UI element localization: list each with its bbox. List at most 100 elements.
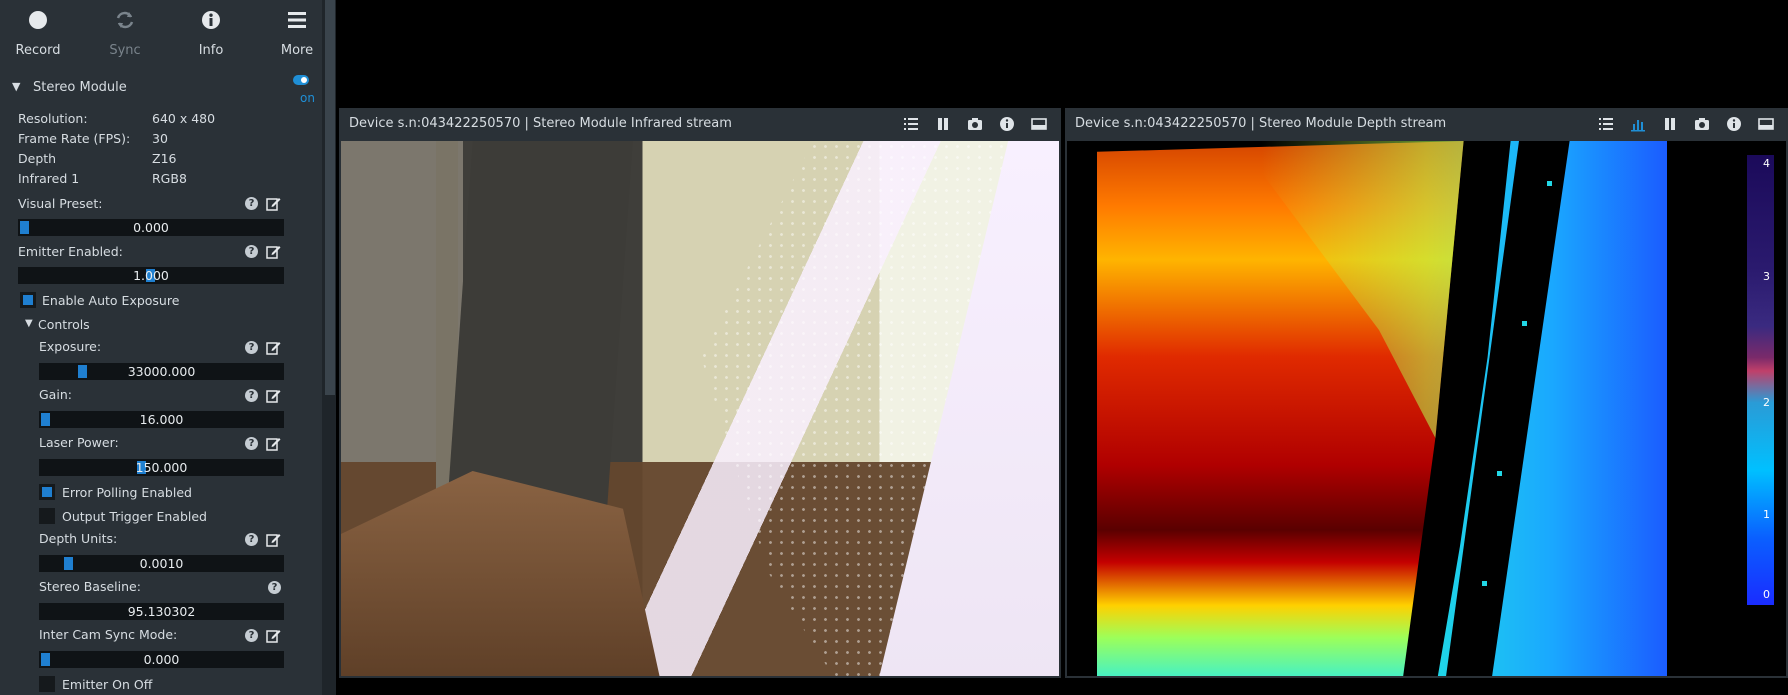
error-polling-checkbox[interactable] (39, 484, 55, 500)
infrared-format-label: Infrared 1 (18, 171, 80, 186)
depth-units-slider[interactable]: 0.0010 (39, 555, 284, 572)
minimize-window-icon[interactable] (1758, 116, 1774, 132)
depth-stream-title: Device s.n:043422250570 | Stereo Module … (1075, 116, 1447, 131)
device-toolbar: Record Sync Info More (0, 0, 322, 66)
colorbar-tick: 4 (1763, 157, 1770, 170)
resolution-value[interactable]: 640 x 480 (152, 111, 272, 126)
pause-icon[interactable] (1662, 116, 1678, 132)
help-icon[interactable]: ? (245, 389, 258, 402)
info-button[interactable]: Info (176, 0, 246, 66)
depth-stream-header: Device s.n:043422250570 | Stereo Module … (1065, 108, 1788, 140)
depth-colorbar: 4 3 2 1 0 (1747, 155, 1774, 605)
help-icon[interactable]: ? (268, 581, 281, 594)
visual-preset-value: 0.000 (133, 220, 169, 235)
controls-collapse-icon[interactable]: ▼ (25, 318, 33, 329)
depth-speckle (1547, 181, 1552, 186)
infrared-stream-panel: Device s.n:043422250570 | Stereo Module … (339, 108, 1077, 678)
auto-exposure-label: Enable Auto Exposure (42, 293, 180, 308)
module-toggle-switch[interactable] (293, 75, 309, 85)
depth-format-label: Depth (18, 151, 57, 166)
gain-slider[interactable]: 16.000 (39, 411, 284, 428)
inter-cam-sync-value: 0.000 (143, 652, 180, 667)
laser-power-slider[interactable]: 150.000 (39, 459, 284, 476)
stereo-module-header[interactable]: ▼ Stereo Module (0, 78, 322, 100)
collapse-triangle-icon[interactable]: ▼ (12, 80, 20, 93)
gain-value: 16.000 (139, 412, 184, 427)
controls-section-label[interactable]: Controls (38, 317, 90, 332)
help-icon[interactable]: ? (245, 197, 258, 210)
help-icon[interactable]: ? (245, 245, 258, 258)
histogram-icon[interactable] (1630, 116, 1646, 132)
help-icon[interactable]: ? (245, 437, 258, 450)
auto-exposure-checkbox[interactable] (20, 292, 36, 308)
emitter-on-off-checkbox[interactable] (39, 676, 55, 692)
depth-units-value: 0.0010 (139, 556, 184, 571)
sync-button[interactable]: Sync (90, 0, 160, 66)
depth-speckle (1482, 581, 1487, 586)
record-button[interactable]: Record (3, 0, 73, 66)
help-icon[interactable]: ? (245, 533, 258, 546)
stereo-baseline-field: 95.130302 (39, 603, 284, 620)
emitter-enabled-value: 1.000 (133, 268, 169, 283)
module-title: Stereo Module (33, 80, 127, 95)
colorbar-tick: 2 (1763, 396, 1770, 409)
infrared-stream-header: Device s.n:043422250570 | Stereo Module … (339, 108, 1077, 140)
visual-preset-label: Visual Preset: (18, 196, 103, 211)
depth-stream-view[interactable]: 4 3 2 1 0 (1067, 141, 1786, 676)
depth-format-value[interactable]: Z16 (152, 151, 272, 166)
sync-icon (116, 11, 134, 29)
emitter-enabled-label: Emitter Enabled: (18, 244, 123, 259)
colorbar-tick: 1 (1763, 508, 1770, 521)
colorbar-tick: 0 (1763, 588, 1770, 601)
gain-label: Gain: (39, 387, 72, 402)
metadata-list-icon[interactable] (903, 116, 919, 132)
camera-snapshot-icon[interactable] (1694, 116, 1710, 132)
emitter-enabled-slider[interactable]: 1.000 (18, 267, 284, 284)
edit-icon[interactable] (266, 388, 281, 403)
info-label: Info (198, 43, 224, 58)
output-trigger-label: Output Trigger Enabled (62, 509, 207, 524)
edit-icon[interactable] (266, 628, 281, 643)
sync-label: Sync (109, 43, 141, 58)
exposure-label: Exposure: (39, 339, 102, 354)
infrared-stream-toolbar (875, 116, 1077, 132)
infrared-stream-view[interactable] (341, 141, 1059, 676)
depth-speckle (1522, 321, 1527, 326)
laser-power-label: Laser Power: (39, 435, 119, 450)
record-icon (29, 11, 47, 29)
stereo-baseline-value: 95.130302 (127, 604, 196, 619)
infrared-format-value[interactable]: RGB8 (152, 171, 272, 186)
sidebar-scrollbar-thumb[interactable] (325, 0, 335, 395)
edit-icon[interactable] (266, 196, 281, 211)
metadata-list-icon[interactable] (1598, 116, 1614, 132)
info-icon[interactable] (999, 116, 1015, 132)
fps-label: Frame Rate (FPS): (18, 131, 131, 146)
output-trigger-checkbox[interactable] (39, 508, 55, 524)
module-toggle-label: on (300, 91, 315, 105)
infrared-stream-title: Device s.n:043422250570 | Stereo Module … (349, 116, 732, 131)
inter-cam-sync-slider[interactable]: 0.000 (39, 651, 284, 668)
depth-speckle (1497, 471, 1502, 476)
visual-preset-slider[interactable]: 0.000 (18, 219, 284, 236)
stereo-baseline-label: Stereo Baseline: (39, 579, 141, 594)
more-label: More (280, 43, 314, 58)
info-icon (202, 11, 220, 29)
edit-icon[interactable] (266, 244, 281, 259)
more-button[interactable]: More (262, 0, 322, 66)
camera-snapshot-icon[interactable] (967, 116, 983, 132)
edit-icon[interactable] (266, 340, 281, 355)
edit-icon[interactable] (266, 532, 281, 547)
pause-icon[interactable] (935, 116, 951, 132)
depth-stream-panel: Device s.n:043422250570 | Stereo Module … (1065, 108, 1788, 678)
info-icon[interactable] (1726, 116, 1742, 132)
edit-icon[interactable] (266, 436, 281, 451)
record-label: Record (15, 43, 61, 58)
help-icon[interactable]: ? (245, 341, 258, 354)
resolution-label: Resolution: (18, 111, 88, 126)
help-icon[interactable]: ? (245, 629, 258, 642)
exposure-slider[interactable]: 33000.000 (39, 363, 284, 380)
fps-value[interactable]: 30 (152, 131, 272, 146)
depth-stream-toolbar (1570, 116, 1782, 132)
minimize-window-icon[interactable] (1031, 116, 1047, 132)
depth-units-label: Depth Units: (39, 531, 118, 546)
